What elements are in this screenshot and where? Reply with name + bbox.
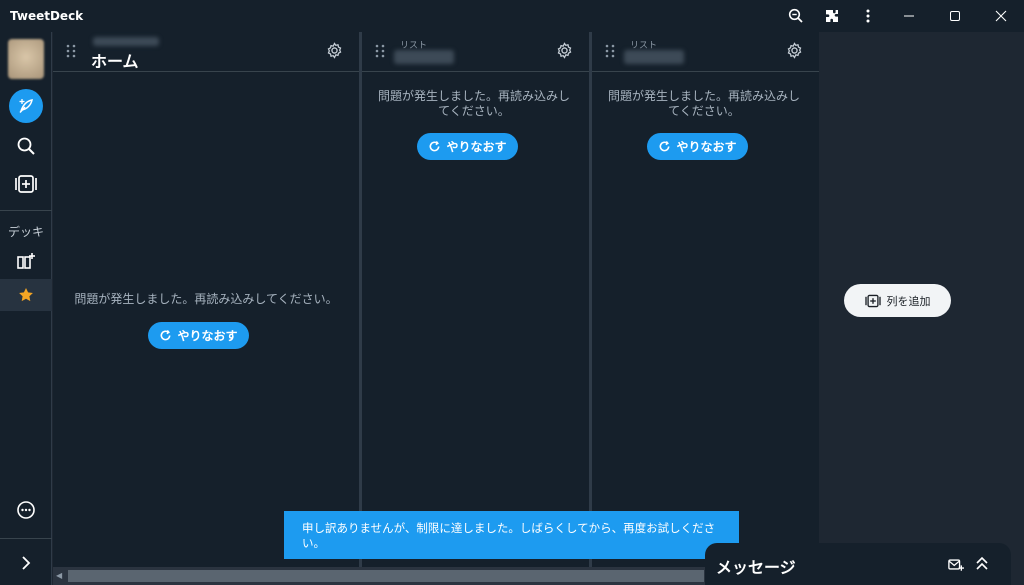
more-vertical-icon[interactable] — [850, 0, 886, 32]
nav-divider — [0, 210, 52, 211]
app-title: TweetDeck — [10, 9, 84, 23]
retry-label: やりなおす — [446, 140, 507, 154]
retry-button[interactable]: やりなおす — [647, 133, 748, 160]
minimize-button[interactable] — [886, 0, 932, 32]
refresh-icon — [430, 140, 440, 152]
column-home: ホーム 問題が発生しました。再読み込みしてください。 やりなおす — [53, 32, 359, 585]
title-bar: TweetDeck — [0, 0, 1024, 32]
gear-icon[interactable] — [786, 42, 803, 59]
deck-item-favorite[interactable] — [0, 279, 52, 311]
refresh-icon — [161, 329, 171, 341]
add-column-button[interactable]: 列を追加 — [844, 284, 951, 317]
error-message: 問題が発生しました。再読み込みしてください。 — [377, 89, 570, 118]
error-message: 問題が発生しました。再読み込みしてください。 — [74, 292, 338, 306]
left-nav: デッキ — [0, 32, 52, 585]
refresh-icon — [660, 140, 670, 152]
retry-button[interactable]: やりなおす — [417, 133, 518, 160]
compose-button[interactable] — [9, 89, 43, 123]
new-message-icon[interactable] — [948, 557, 964, 572]
close-button[interactable] — [978, 0, 1024, 32]
rate-limit-toast: 申し訳ありませんが、制限に達しました。しばらくしてから、再度お試しください。 — [284, 511, 739, 559]
nav-divider — [0, 538, 52, 539]
column-header: ホーム — [53, 32, 359, 72]
drag-handle-icon[interactable] — [66, 44, 76, 58]
column-list-2: リスト 問題が発生しました。再読み込みしてください。 やりなおす — [592, 32, 819, 585]
avatar[interactable] — [8, 39, 44, 79]
retry-label: やりなおす — [676, 140, 737, 154]
horizontal-scrollbar-thumb[interactable] — [68, 570, 704, 582]
messages-title: メッセージ — [716, 558, 796, 577]
zoom-icon[interactable] — [778, 0, 814, 32]
scroll-left-icon[interactable]: ◀ — [56, 571, 62, 580]
column-list-1: リスト 問題が発生しました。再読み込みしてください。 やりなおす — [362, 32, 589, 585]
drag-handle-icon[interactable] — [375, 44, 385, 58]
expand-nav-icon[interactable] — [6, 548, 46, 578]
column-header: リスト — [362, 32, 589, 72]
feather-icon — [19, 99, 33, 114]
blurred-account — [93, 37, 159, 46]
gear-icon[interactable] — [556, 42, 573, 59]
deck-label: デッキ — [8, 225, 45, 239]
messages-drawer[interactable]: メッセージ — [705, 543, 1011, 585]
extensions-icon[interactable] — [814, 0, 850, 32]
add-column-icon[interactable] — [13, 171, 39, 197]
gear-icon[interactable] — [326, 42, 343, 59]
blurred-list-name — [624, 50, 684, 64]
add-column-label: 列を追加 — [886, 294, 931, 308]
add-column-icon — [864, 294, 881, 307]
column-title: ホーム — [91, 52, 139, 71]
maximize-button[interactable] — [932, 0, 978, 32]
search-icon[interactable] — [13, 133, 39, 159]
add-deck-icon[interactable] — [13, 248, 39, 274]
drag-handle-icon[interactable] — [605, 44, 615, 58]
retry-label: やりなおす — [177, 329, 238, 343]
column-header: リスト — [592, 32, 819, 72]
retry-button[interactable]: やりなおす — [148, 322, 249, 349]
more-options-icon[interactable] — [13, 497, 39, 523]
blurred-list-name — [394, 50, 454, 64]
chevron-double-up-icon[interactable] — [975, 556, 989, 572]
star-icon — [19, 288, 33, 302]
error-message: 問題が発生しました。再読み込みしてください。 — [607, 89, 800, 118]
toast-message: 申し訳ありませんが、制限に達しました。しばらくしてから、再度お試しください。 — [302, 521, 716, 550]
